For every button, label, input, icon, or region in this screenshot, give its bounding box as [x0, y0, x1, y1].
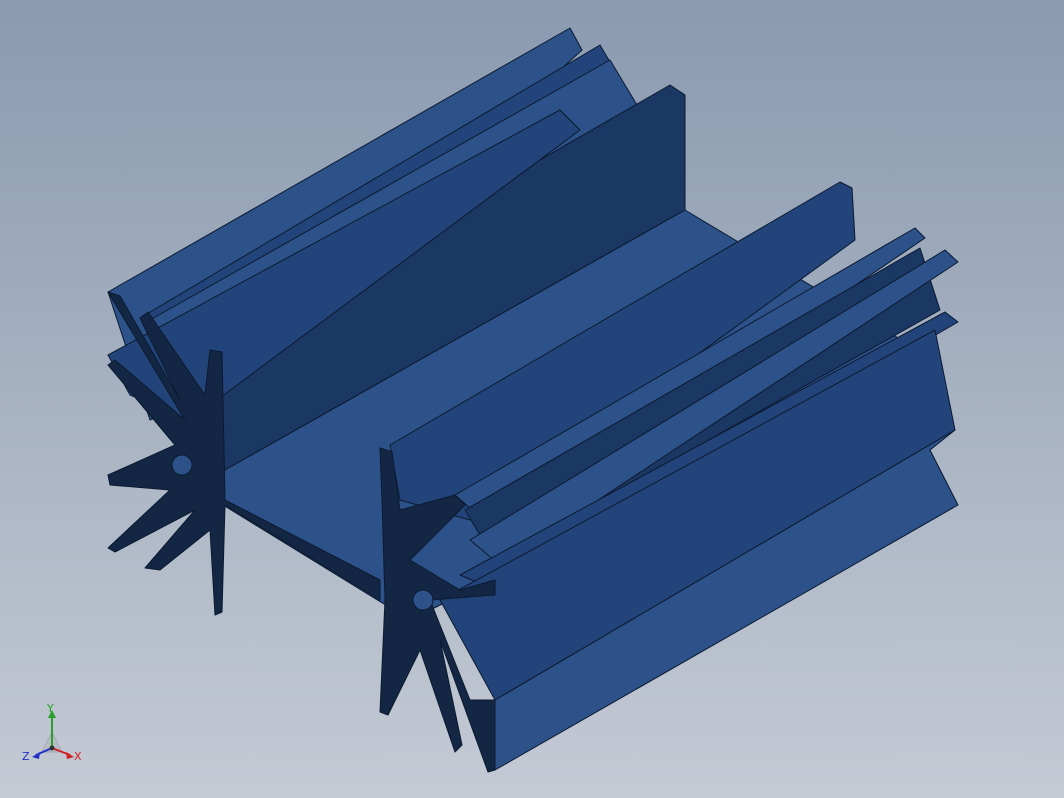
mounting-hole — [171, 454, 193, 476]
graphics-viewport[interactable]: Y X Z — [0, 0, 1064, 798]
model-view[interactable] — [0, 0, 1064, 798]
axis-triad: Y X Z — [18, 702, 88, 772]
z-arrow-head-icon — [32, 752, 40, 759]
z-axis-label: Z — [22, 750, 30, 763]
mounting-hole — [412, 589, 434, 611]
x-axis-label: X — [74, 750, 82, 763]
triad-origin — [49, 745, 55, 751]
y-axis-label: Y — [46, 702, 54, 715]
x-arrow-head-icon — [66, 752, 74, 759]
